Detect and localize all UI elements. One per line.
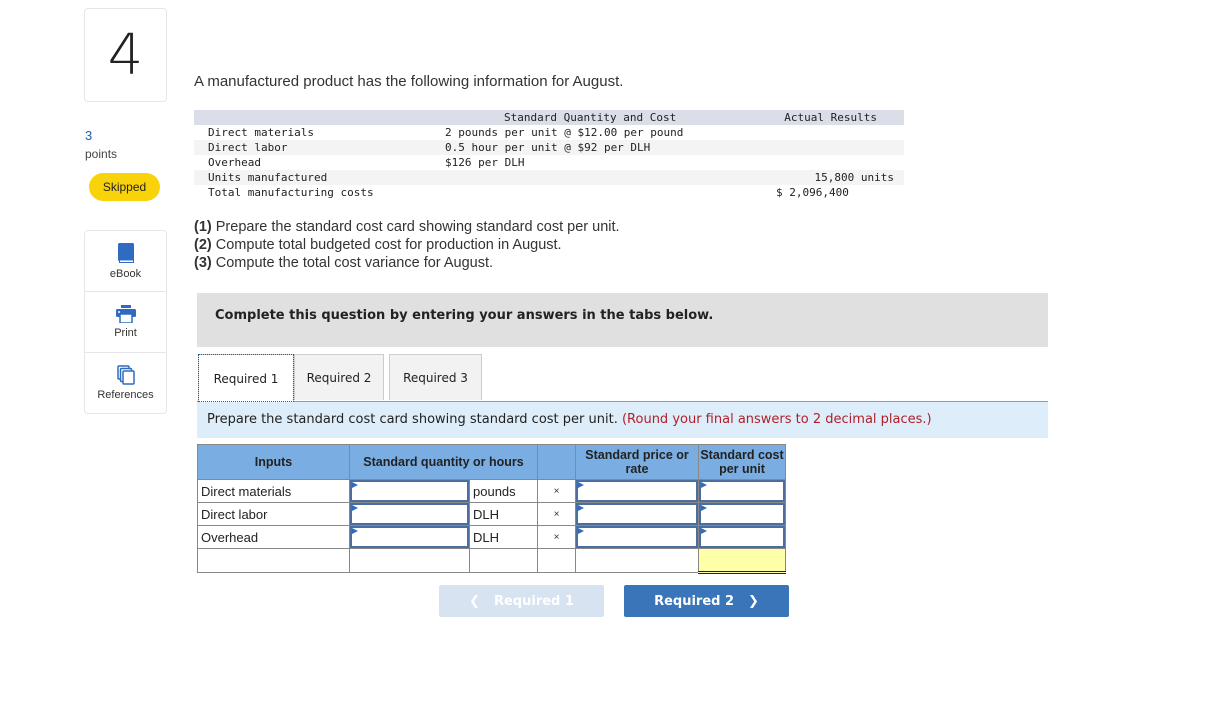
next-required-button[interactable]: Required 2 ❯ (624, 585, 789, 617)
dl-quantity-input[interactable] (350, 503, 469, 525)
given-table-header: Standard Quantity and Cost Actual Result… (194, 110, 904, 125)
requirement-number: (2) (194, 237, 212, 253)
empty-cell (537, 548, 576, 573)
given-row-actual: $ 2,096,400 (776, 186, 849, 199)
print-button[interactable]: Print (85, 292, 166, 353)
cost-header: Standard cost per unit (698, 444, 786, 480)
copy-icon (116, 365, 135, 385)
given-row-actual: 15,800 units (814, 171, 894, 184)
unit-label: DLH (469, 502, 538, 526)
question-number: 4 (84, 8, 167, 102)
requirement-text: Prepare the standard cost card showing s… (211, 219, 620, 235)
empty-cell (469, 548, 538, 573)
given-row: Total manufacturing costs $ 2,096,400 (194, 185, 904, 200)
status-badge: Skipped (89, 173, 160, 201)
ebook-label: eBook (109, 268, 142, 280)
row-label: Direct materials (197, 479, 350, 503)
given-row: Direct materials 2 pounds per unit @ $12… (194, 125, 904, 140)
empty-cell (349, 548, 470, 573)
points-label: points (85, 147, 118, 161)
standard-cost-card-table: Inputs Standard quantity or hours Standa… (197, 444, 786, 574)
requirement-item: (2) Compute total budgeted cost for prod… (194, 236, 620, 254)
given-data-table: Standard Quantity and Cost Actual Result… (194, 110, 904, 200)
instructions-banner: Complete this question by entering your … (197, 293, 1048, 347)
times-icon: × (537, 502, 576, 526)
given-row-label: Units manufactured (208, 171, 328, 184)
requirement-item: (3) Compute the total cost variance for … (194, 254, 620, 272)
rounding-note: (Round your final answers to 2 decimal p… (621, 412, 932, 427)
empty-cell (575, 548, 699, 573)
total-label-cell (197, 548, 350, 573)
dm-cost-input[interactable] (699, 480, 785, 502)
given-row-label: Overhead (208, 156, 261, 169)
chevron-left-icon: ❮ (469, 593, 480, 609)
times-icon: × (537, 479, 576, 503)
tools-panel: eBook Print References (84, 230, 167, 414)
tab-instruction: Prepare the standard cost card showing s… (197, 402, 1048, 438)
row-label: Direct labor (197, 502, 350, 526)
print-label: Print (114, 327, 137, 339)
dl-cost-input[interactable] (699, 503, 785, 525)
banner-text: Complete this question by entering your … (215, 308, 714, 323)
times-icon: × (537, 525, 576, 549)
given-row-label: Direct materials (208, 126, 314, 139)
given-row: Overhead $126 per DLH (194, 155, 904, 170)
chevron-right-icon: ❯ (748, 593, 759, 609)
tab-required-2[interactable]: Required 2 (294, 354, 384, 400)
given-row-standard: 2 pounds per unit @ $12.00 per pound (445, 126, 684, 139)
table-row: Direct labor DLH × (197, 502, 786, 526)
next-label: Required 2 (654, 593, 735, 609)
given-row: Units manufactured 15,800 units (194, 170, 904, 185)
unit-label: DLH (469, 525, 538, 549)
inputs-header: Inputs (197, 444, 350, 480)
references-button[interactable]: References (85, 353, 166, 413)
total-row (197, 548, 786, 574)
requirement-item: (1) Prepare the standard cost card showi… (194, 218, 620, 236)
oh-cost-input[interactable] (699, 526, 785, 548)
oh-quantity-input[interactable] (350, 526, 469, 548)
total-cost-per-unit (698, 548, 786, 574)
tab-required-1[interactable]: Required 1 (198, 354, 294, 402)
given-row-label: Total manufacturing costs (208, 186, 374, 199)
prev-label: Required 1 (493, 593, 574, 609)
requirement-number: (1) (194, 219, 212, 235)
ebook-button[interactable]: eBook (85, 231, 166, 292)
row-label: Overhead (197, 525, 350, 549)
references-label: References (97, 389, 154, 401)
table-row: Overhead DLH × (197, 525, 786, 549)
requirement-text: Compute the total cost variance for Augu… (211, 255, 494, 271)
book-icon (117, 243, 134, 263)
given-row: Direct labor 0.5 hour per unit @ $92 per… (194, 140, 904, 155)
oh-price-input[interactable] (576, 526, 698, 548)
given-row-label: Direct labor (208, 141, 288, 154)
question-intro: A manufactured product has the following… (194, 73, 624, 90)
dl-price-input[interactable] (576, 503, 698, 525)
points-value: 3 (85, 128, 93, 143)
given-row-standard: $126 per DLH (445, 156, 525, 169)
instruction-text: Prepare the standard cost card showing s… (207, 412, 618, 427)
table-header-row: Inputs Standard quantity or hours Standa… (197, 444, 786, 480)
table-row: Direct materials pounds × (197, 479, 786, 503)
price-header: Standard price or rate (575, 444, 699, 480)
printer-icon (115, 305, 136, 323)
requirement-tabs: Required 1 Required 2 Required 3 (197, 353, 1048, 402)
requirement-text: Compute total budgeted cost for producti… (211, 237, 562, 253)
times-header (537, 444, 576, 480)
given-row-standard: 0.5 hour per unit @ $92 per DLH (445, 141, 651, 154)
requirement-number: (3) (194, 255, 212, 271)
dm-quantity-input[interactable] (350, 480, 469, 502)
quantity-header: Standard quantity or hours (349, 444, 538, 480)
tab-required-3[interactable]: Required 3 (389, 354, 482, 400)
prev-required-button[interactable]: ❮ Required 1 (439, 585, 604, 617)
requirements-list: (1) Prepare the standard cost card showi… (194, 218, 620, 272)
standard-header: Standard Quantity and Cost (504, 111, 677, 124)
unit-label: pounds (469, 479, 538, 503)
dm-price-input[interactable] (576, 480, 698, 502)
actual-header: Actual Results (784, 111, 877, 124)
